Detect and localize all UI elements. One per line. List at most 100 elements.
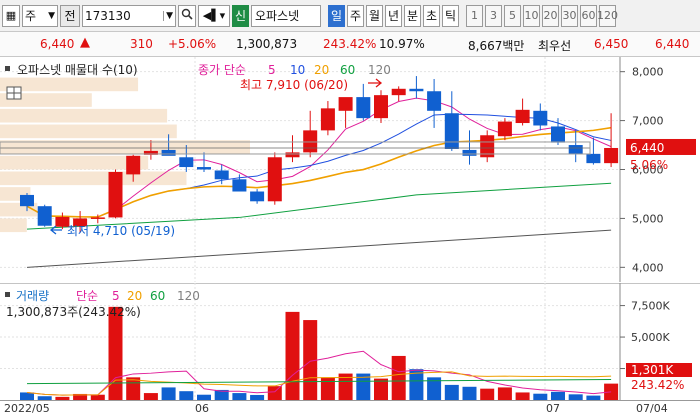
- period-tab[interactable]: 월: [366, 4, 383, 27]
- candle-body[interactable]: [551, 126, 565, 143]
- candle-body[interactable]: [568, 145, 583, 154]
- volume-bar[interactable]: [374, 378, 388, 400]
- interval-tab[interactable]: 60: [580, 4, 597, 27]
- volume-bar[interactable]: [285, 311, 300, 400]
- stock-name-field[interactable]: 오파스넷: [251, 4, 321, 27]
- candle-body[interactable]: [374, 95, 388, 119]
- candle-body[interactable]: [197, 167, 211, 170]
- volume-bar[interactable]: [551, 391, 565, 400]
- volume-box-pct: 243.42%: [631, 378, 684, 392]
- interval-tab[interactable]: 120: [597, 4, 618, 27]
- volume-bar[interactable]: [108, 306, 123, 400]
- y-tick-label: 7,500K: [631, 300, 670, 313]
- candle-body[interactable]: [462, 149, 477, 156]
- price-chart[interactable]: 8,0007,0006,0005,0004,000 오파스넷 매물대 수(10)…: [0, 57, 700, 282]
- volume-profile-bar: [0, 108, 168, 123]
- volume-bar[interactable]: [462, 386, 477, 400]
- volume-bar[interactable]: [232, 393, 247, 400]
- up-arrow-icon: ▲: [80, 35, 90, 50]
- y-tick-label: 5,000K: [631, 331, 670, 344]
- period-tab[interactable]: 초: [423, 4, 440, 27]
- candle-body[interactable]: [356, 97, 371, 119]
- high-price-annotation: 최고 7,910 (06/20): [240, 78, 348, 92]
- period-tab[interactable]: 주: [347, 4, 364, 27]
- candle-body[interactable]: [267, 157, 282, 202]
- volume-legend-label: 거래량: [16, 289, 49, 303]
- volume-bar[interactable]: [480, 388, 495, 400]
- volume-bar[interactable]: [20, 392, 34, 400]
- candle-body[interactable]: [497, 121, 512, 137]
- sound-button[interactable]: ◀▌▾: [198, 4, 230, 27]
- interval-tab[interactable]: 30: [561, 4, 578, 27]
- candle-body[interactable]: [338, 97, 353, 111]
- credit-badge[interactable]: 신: [232, 4, 249, 27]
- candle-body[interactable]: [604, 147, 619, 164]
- volume-ma-period: 120: [177, 289, 200, 303]
- chart-toolbar: ▦ 주 ▼ 전 173130 ▼ ◀▌▾ 신 오파스넷 일주월년분초틱 1351…: [0, 0, 700, 32]
- candle-body[interactable]: [533, 110, 548, 126]
- period-tab[interactable]: 틱: [442, 4, 459, 27]
- legend-marker-icon: [5, 66, 10, 71]
- trade-volume: 1,300,873: [236, 37, 298, 51]
- volume-bar[interactable]: [161, 387, 176, 400]
- period-tab[interactable]: 일: [328, 4, 345, 27]
- price-box-value: 6,440: [630, 141, 664, 155]
- candle-body[interactable]: [37, 206, 52, 226]
- volume-bar[interactable]: [179, 391, 194, 400]
- x-axis: 2022/05 06 07 07/04: [0, 400, 700, 416]
- chart-menu-button[interactable]: ▦: [2, 4, 20, 27]
- volume-bar[interactable]: [515, 392, 530, 400]
- volume-profile-bar: [0, 155, 149, 170]
- volume-profile-bar: [0, 218, 27, 233]
- candle-body[interactable]: [90, 217, 105, 219]
- candle-body[interactable]: [515, 109, 530, 124]
- candle-body[interactable]: [20, 194, 34, 207]
- candle-body[interactable]: [586, 153, 601, 164]
- volume-box-value: 1,301K: [631, 363, 674, 377]
- ma-legend-label: 종가 단순: [198, 63, 246, 77]
- volume-chart[interactable]: 7,500K5,000K2,500K 거래량단순520601201,300,87…: [0, 283, 700, 400]
- volume-ratio: 243.42%: [323, 37, 377, 51]
- volume-ma-label: 단순: [76, 289, 98, 303]
- x-tick-label: 06: [195, 402, 209, 415]
- candle-body[interactable]: [232, 179, 247, 192]
- period-tab[interactable]: 분: [404, 4, 421, 27]
- market-select[interactable]: 주 ▼: [22, 4, 58, 27]
- candle-body[interactable]: [303, 130, 318, 153]
- period-tab[interactable]: 년: [385, 4, 402, 27]
- interval-tab[interactable]: 5: [504, 4, 521, 27]
- candle-body[interactable]: [444, 113, 459, 149]
- candle-body[interactable]: [161, 149, 176, 156]
- interval-tab[interactable]: 10: [523, 4, 540, 27]
- candle-body[interactable]: [427, 91, 442, 111]
- volume-bar[interactable]: [320, 377, 335, 400]
- volume-bar[interactable]: [497, 387, 512, 400]
- candle-body[interactable]: [214, 170, 229, 180]
- volume-bar[interactable]: [126, 377, 141, 400]
- volume-profile-bar: [0, 171, 187, 186]
- y-tick-label: 4,000: [632, 261, 664, 274]
- market-label: 주: [25, 9, 37, 23]
- chevron-down-icon: ▼: [48, 10, 55, 21]
- candle-body[interactable]: [126, 155, 141, 175]
- candle-body[interactable]: [409, 88, 424, 92]
- ma-legend-period: 10: [290, 63, 305, 77]
- candle-body[interactable]: [320, 108, 335, 131]
- candle-body[interactable]: [179, 157, 194, 168]
- volume-bar[interactable]: [444, 384, 459, 400]
- stock-code-input[interactable]: 173130 ▼: [82, 4, 176, 27]
- best-ask: 6,450: [594, 37, 629, 51]
- volume-bar[interactable]: [267, 386, 282, 400]
- interval-tab[interactable]: 3: [485, 4, 502, 27]
- interval-tab[interactable]: 1: [466, 4, 483, 27]
- interval-tab[interactable]: 20: [542, 4, 559, 27]
- candle-body[interactable]: [285, 152, 300, 158]
- search-button[interactable]: [178, 4, 196, 27]
- x-tick-label: 07: [546, 402, 560, 415]
- volume-bar[interactable]: [391, 355, 406, 400]
- volume-bar[interactable]: [143, 393, 158, 400]
- candle-body[interactable]: [391, 88, 406, 96]
- candle-body[interactable]: [250, 191, 265, 202]
- search-icon: [181, 8, 193, 23]
- candle-body[interactable]: [108, 171, 123, 218]
